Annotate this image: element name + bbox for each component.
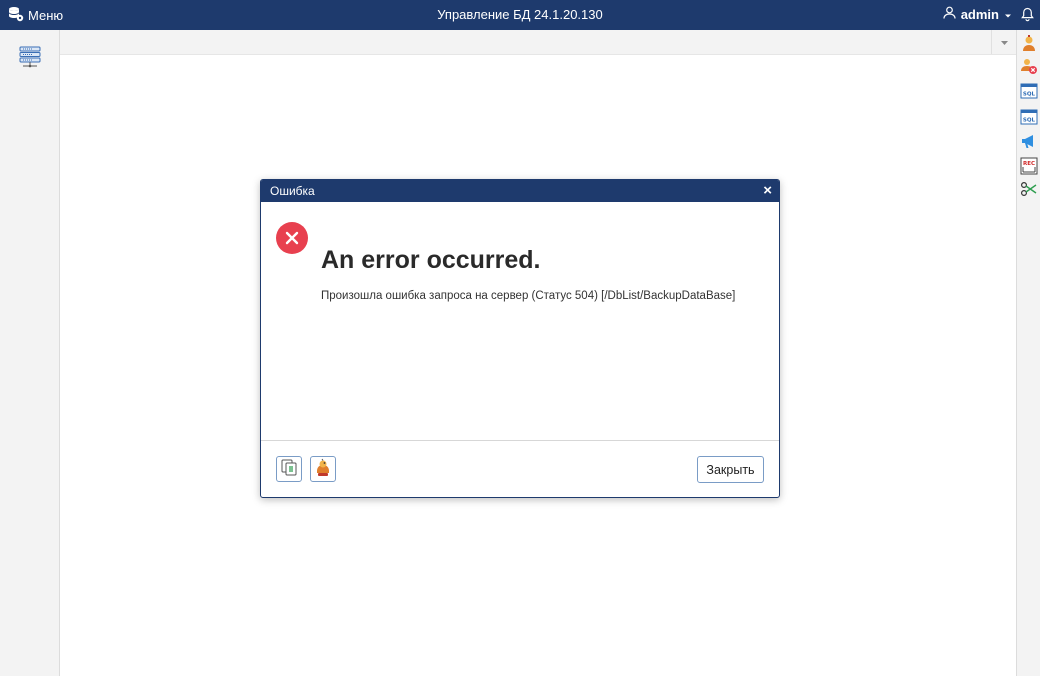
support-assistant-button[interactable] [310, 456, 336, 482]
close-icon[interactable]: × [763, 183, 772, 198]
tab-strip [60, 30, 1016, 55]
svg-text:SQL: SQL [1023, 118, 1036, 124]
error-dialog: Ошибка × An error occurred. Произошла ош… [260, 179, 780, 498]
user-icon [943, 6, 956, 22]
svg-text:SQL: SQL [1023, 92, 1036, 98]
close-button[interactable]: Закрыть [697, 456, 764, 483]
app-title: Управление БД 24.1.20.130 [437, 7, 603, 22]
copy-icon [280, 458, 298, 481]
sql-icon[interactable]: SQL [1020, 108, 1038, 126]
assistant-icon [313, 457, 333, 482]
menu-label: Меню [28, 8, 64, 23]
notifications-bell-icon[interactable] [1021, 7, 1034, 27]
user-remove-icon[interactable] [1020, 57, 1038, 75]
error-icon [276, 222, 308, 254]
user-menu[interactable]: admin [943, 6, 1012, 22]
username: admin [960, 6, 999, 22]
user-assistant-icon[interactable] [1020, 34, 1038, 52]
menu-button[interactable]: Меню [8, 6, 63, 25]
database-settings-icon [8, 6, 24, 25]
copy-button[interactable] [276, 456, 302, 482]
tabs-dropdown-button[interactable] [991, 30, 1016, 54]
server-list-icon[interactable] [19, 46, 41, 73]
left-sidebar [0, 30, 60, 676]
rec-icon[interactable]: REC [1020, 157, 1038, 175]
svg-text:REC: REC [1023, 161, 1035, 167]
error-heading: An error occurred. [321, 246, 541, 274]
right-sidebar: SQL SQL REC [1016, 30, 1040, 676]
sql-icon[interactable]: SQL [1020, 82, 1038, 100]
chevron-down-icon [1000, 33, 1009, 51]
chevron-down-icon [1004, 7, 1012, 22]
error-message: Произошла ошибка запроса на сервер (Стат… [321, 290, 736, 302]
divider [261, 440, 779, 441]
scissors-icon[interactable] [1020, 180, 1038, 198]
dialog-header: Ошибка × [261, 180, 779, 202]
top-bar: Меню Управление БД 24.1.20.130 admin [0, 0, 1040, 30]
dialog-title: Ошибка [270, 184, 315, 198]
megaphone-icon[interactable] [1020, 132, 1038, 150]
